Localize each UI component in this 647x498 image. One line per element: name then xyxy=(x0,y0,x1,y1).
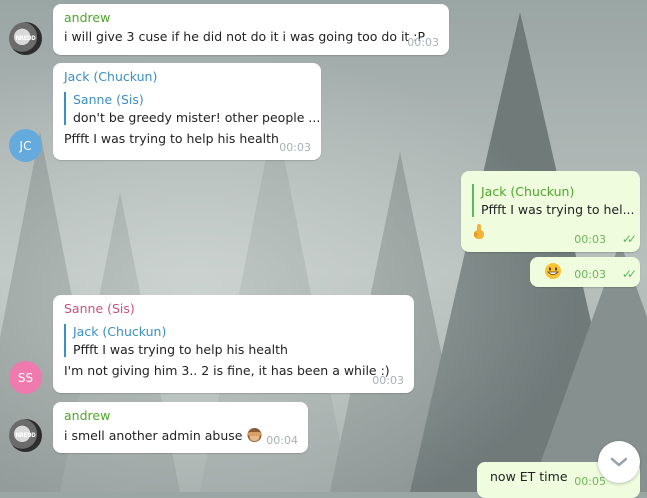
message-text: Pffft I was trying to help his health xyxy=(64,131,279,146)
reply-quote[interactable]: Sanne (Sis) don't be greedy mister! othe… xyxy=(64,92,321,125)
message-bubble-outgoing[interactable]: Jack (Chuckun) Pffft I was trying to hel… xyxy=(461,171,640,252)
reply-text: Pffft I was trying to hel... xyxy=(481,202,635,217)
reply-text: Pffft I was trying to help his health xyxy=(73,342,288,357)
message-text: I'm not giving him 3.. 2 is fine, it has… xyxy=(64,363,390,378)
grinning-face-emoji xyxy=(544,262,562,283)
message-bubble-outgoing[interactable]: 00:03 ✓✓ xyxy=(530,257,640,287)
message-time: 00:05 xyxy=(574,475,606,488)
avatar-jack[interactable]: JC xyxy=(9,129,42,162)
message-time: 00:03 xyxy=(279,141,311,154)
message-bubble[interactable]: andrew i smell another admin abuse 00:04 xyxy=(53,402,308,453)
avatar-andrew[interactable]: NREDD xyxy=(9,419,42,452)
message-time: 00:03 xyxy=(574,233,606,246)
sender-name[interactable]: Jack (Chuckun) xyxy=(64,69,310,84)
message-time: 00:03 xyxy=(407,36,439,49)
chevron-down-icon xyxy=(610,457,628,467)
avatar-sanne[interactable]: SS xyxy=(9,361,42,394)
read-checks-icon: ✓✓ xyxy=(621,232,637,246)
message-bubble[interactable]: Jack (Chuckun) Sanne (Sis) don't be gree… xyxy=(53,63,321,160)
message-time: 00:04 xyxy=(266,434,298,447)
message-time: 00:03 xyxy=(574,268,606,281)
read-checks-icon: ✓✓ xyxy=(621,267,637,281)
see-no-evil-monkey-emoji xyxy=(246,427,263,446)
sender-name[interactable]: Sanne (Sis) xyxy=(64,301,403,316)
message-text-content: i smell another admin abuse xyxy=(64,428,243,443)
message-bubble[interactable]: Sanne (Sis) Jack (Chuckun) Pffft I was t… xyxy=(53,295,414,393)
avatar-initials: SS xyxy=(17,370,34,385)
reply-sender: Jack (Chuckun) xyxy=(73,324,167,339)
message-text: i smell another admin abuse xyxy=(64,427,297,446)
avatar-photo-text: NREDD xyxy=(15,35,36,42)
reply-sender: Sanne (Sis) xyxy=(73,92,144,107)
sender-name[interactable]: andrew xyxy=(64,408,297,423)
reply-sender: Jack (Chuckun) xyxy=(481,184,575,199)
message-time: 00:03 xyxy=(372,374,404,387)
scroll-to-bottom-button[interactable] xyxy=(598,441,640,483)
avatar-photo-text: NREDD xyxy=(15,432,36,439)
avatar-andrew[interactable]: NREDD xyxy=(9,22,42,55)
raised-back-of-hand-emoji xyxy=(472,223,486,244)
reply-quote[interactable]: Jack (Chuckun) Pffft I was trying to hel… xyxy=(64,324,403,357)
sender-name[interactable]: andrew xyxy=(64,10,438,25)
reply-quote[interactable]: Jack (Chuckun) Pffft I was trying to hel… xyxy=(472,184,635,217)
avatar-initials: JC xyxy=(19,138,32,153)
message-text: i will give 3 cuse if he did not do it i… xyxy=(64,29,426,44)
reply-text: don't be greedy mister! other people ... xyxy=(73,110,321,125)
message-bubble[interactable]: andrew i will give 3 cuse if he did not … xyxy=(53,4,449,55)
